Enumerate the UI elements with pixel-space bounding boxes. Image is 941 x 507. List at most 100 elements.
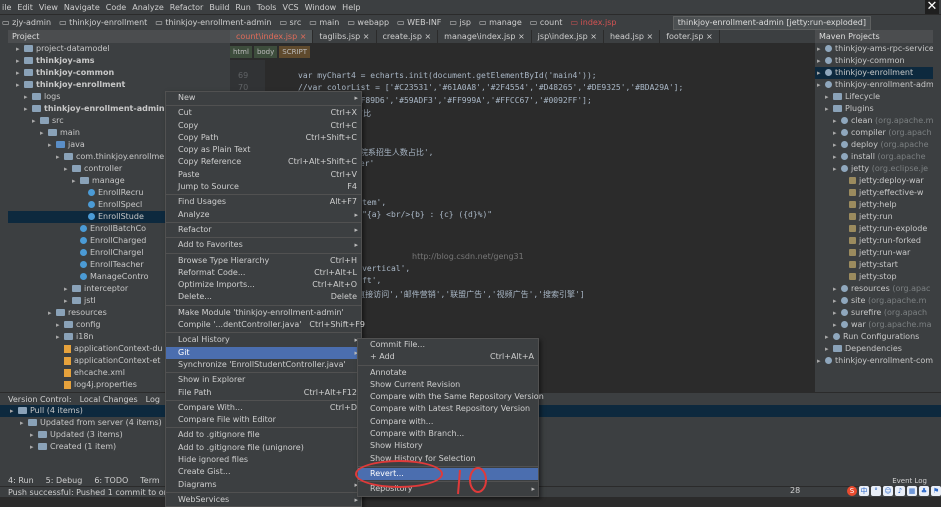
maven-tree-item[interactable]: jetty:run: [815, 211, 933, 223]
expand-arrow-icon[interactable]: ▸: [30, 441, 38, 453]
menu-refactor[interactable]: Refactor: [170, 3, 204, 12]
breadcrumb-item[interactable]: ▭ manage: [479, 18, 522, 27]
expand-arrow-icon[interactable]: ▸: [833, 283, 841, 295]
tray-icon[interactable]: 中: [859, 485, 869, 496]
menu-item-delete[interactable]: Delete... Delete: [166, 291, 361, 303]
expand-arrow-icon[interactable]: ▸: [833, 319, 841, 331]
maven-tree-item[interactable]: ▸ Dependencies: [815, 343, 933, 355]
menu-item-reformat-code[interactable]: Reformat Code... Ctrl+Alt+L: [166, 267, 361, 279]
expand-arrow-icon[interactable]: ▸: [16, 79, 24, 91]
menu-item-paste[interactable]: Paste Ctrl+V: [166, 169, 361, 181]
maven-tree-item[interactable]: ▸ Lifecycle: [815, 91, 933, 103]
menu-item-add-to-gitignore-file[interactable]: Add to .gitignore file: [166, 429, 361, 441]
breadcrumb-item[interactable]: ▭ count: [530, 18, 563, 27]
editor-breadcrumb-item[interactable]: body: [253, 46, 278, 58]
menu-item-show-current-revision[interactable]: Show Current Revision: [358, 379, 538, 391]
expand-arrow-icon[interactable]: ▸: [20, 417, 28, 429]
maven-tree-item[interactable]: ▸ Run Configurations: [815, 331, 933, 343]
expand-arrow-icon[interactable]: ▸: [40, 127, 48, 139]
breadcrumb-item[interactable]: ▭ webapp: [347, 18, 389, 27]
menu-item-show-history[interactable]: Show History: [358, 440, 538, 452]
menu-item-synchronize-enrollstudentcontroller-java[interactable]: Synchronize 'EnrollStudentController.jav…: [166, 359, 361, 371]
menu-item-analyze[interactable]: Analyze ▸: [166, 209, 361, 221]
expand-arrow-icon[interactable]: ▸: [56, 151, 64, 163]
menu-item-refactor[interactable]: Refactor ▸: [166, 224, 361, 236]
expand-arrow-icon[interactable]: ▸: [833, 127, 841, 139]
expand-arrow-icon[interactable]: ▸: [10, 405, 18, 417]
tray-icon[interactable]: ⚑: [931, 485, 941, 496]
breadcrumb-item[interactable]: ▭ thinkjoy-enrollment: [59, 18, 147, 27]
menu-code[interactable]: Code: [106, 3, 126, 12]
expand-arrow-icon[interactable]: ▸: [833, 151, 841, 163]
vc-tab[interactable]: Log: [146, 395, 160, 404]
editor-breadcrumb-item[interactable]: SCRIPT: [279, 46, 311, 58]
menu-view[interactable]: View: [39, 3, 58, 12]
maven-tree-item[interactable]: ▸ thinkjoy-ams-rpc-service: [815, 43, 933, 55]
maven-tree-item[interactable]: ▸ clean (org.apache.m: [815, 115, 933, 127]
menu-item-find-usages[interactable]: Find Usages Alt+F7: [166, 196, 361, 208]
expand-arrow-icon[interactable]: ▸: [825, 343, 833, 355]
menu-item-new[interactable]: New ▸: [166, 92, 361, 104]
editor-tab[interactable]: create.jsp ×: [377, 30, 439, 43]
tray-icon[interactable]: °: [871, 485, 881, 496]
expand-arrow-icon[interactable]: ▸: [16, 67, 24, 79]
menu-item-create-gist[interactable]: Create Gist...: [166, 466, 361, 478]
menu-item-copy-reference[interactable]: Copy Reference Ctrl+Alt+Shift+C: [166, 156, 361, 168]
menu-run[interactable]: Run: [235, 3, 250, 12]
expand-arrow-icon[interactable]: ▸: [56, 331, 64, 343]
menu-item-local-history[interactable]: Local History▸: [166, 334, 361, 346]
menu-item-compare-with-latest-repository-version[interactable]: Compare with Latest Repository Version: [358, 403, 538, 415]
expand-arrow-icon[interactable]: ▸: [64, 283, 72, 295]
tray-icon[interactable]: ☺: [883, 485, 893, 496]
run-configuration-dropdown[interactable]: thinkjoy-enrollment-admin [jetty:run-exp…: [672, 16, 871, 30]
menu-edit[interactable]: Edit: [17, 3, 33, 12]
menu-item-cut[interactable]: Cut Ctrl+X: [166, 107, 361, 119]
expand-arrow-icon[interactable]: ▸: [825, 103, 833, 115]
editor-breadcrumb-item[interactable]: html: [230, 46, 252, 58]
sogou-icon[interactable]: S: [847, 485, 857, 496]
expand-arrow-icon[interactable]: ▸: [817, 43, 825, 55]
menu-item-compare-with[interactable]: Compare With... Ctrl+D: [166, 402, 361, 414]
breadcrumb-item[interactable]: ▭ WEB-INF: [397, 18, 441, 27]
tree-item[interactable]: ▸ thinkjoy-ams: [8, 55, 230, 67]
editor-tab[interactable]: taglibs.jsp ×: [313, 30, 377, 43]
maven-tree-item[interactable]: jetty:effective-w: [815, 187, 933, 199]
tree-item[interactable]: ▸ thinkjoy-enrollment: [8, 79, 230, 91]
breadcrumb-item[interactable]: ▭ src: [279, 18, 301, 27]
editor-tab[interactable]: jsp\index.jsp ×: [532, 30, 604, 43]
menu-navigate[interactable]: Navigate: [64, 3, 100, 12]
expand-arrow-icon[interactable]: ▸: [24, 103, 32, 115]
expand-arrow-icon[interactable]: ▸: [817, 355, 825, 367]
menu-item-copy-as-plain-text[interactable]: Copy as Plain Text: [166, 144, 361, 156]
maven-tree-item[interactable]: ▸ thinkjoy-enrollment-com: [815, 355, 933, 367]
maven-tree-item[interactable]: ▸ compiler (org.apach: [815, 127, 933, 139]
expand-arrow-icon[interactable]: ▸: [825, 331, 833, 343]
menu-tools[interactable]: Tools: [257, 3, 277, 12]
maven-tree-item[interactable]: ▸ thinkjoy-enrollment-adm: [815, 79, 933, 91]
menu-item-add[interactable]: + Add Ctrl+Alt+A: [358, 351, 538, 363]
tool-window-button[interactable]: 5: Debug: [46, 476, 83, 485]
expand-arrow-icon[interactable]: ▸: [833, 139, 841, 151]
maven-tree-item[interactable]: ▸ deploy (org.apache: [815, 139, 933, 151]
menu-item-add-to-favorites[interactable]: Add to Favorites ▸: [166, 239, 361, 251]
tool-window-button[interactable]: Term: [140, 476, 159, 485]
editor-tab[interactable]: head.jsp ×: [604, 30, 661, 43]
menu-item-compare-with-branch[interactable]: Compare with Branch...: [358, 428, 538, 440]
expand-arrow-icon[interactable]: ▸: [32, 115, 40, 127]
menu-item-copy[interactable]: Copy Ctrl+C: [166, 120, 361, 132]
expand-arrow-icon[interactable]: ▸: [16, 43, 24, 55]
expand-arrow-icon[interactable]: ▸: [30, 429, 38, 441]
tray-icon[interactable]: ♣: [919, 485, 929, 496]
breadcrumb-item[interactable]: ▭ jsp: [449, 18, 471, 27]
menu-vcs[interactable]: VCS: [282, 3, 298, 12]
tray-icon[interactable]: ▦: [907, 485, 917, 496]
tray-icon[interactable]: ♪: [895, 485, 905, 496]
breadcrumb-item[interactable]: ▭ main: [309, 18, 339, 27]
expand-arrow-icon[interactable]: ▸: [833, 307, 841, 319]
editor-tab[interactable]: count\index.jsp ×: [230, 30, 314, 43]
editor-tab[interactable]: footer.jsp ×: [660, 30, 720, 43]
event-log-button[interactable]: Event Log: [892, 477, 927, 485]
expand-arrow-icon[interactable]: ▸: [817, 67, 825, 79]
maven-tree-item[interactable]: ▸ surefire (org.apach: [815, 307, 933, 319]
menu-window[interactable]: Window: [305, 3, 337, 12]
